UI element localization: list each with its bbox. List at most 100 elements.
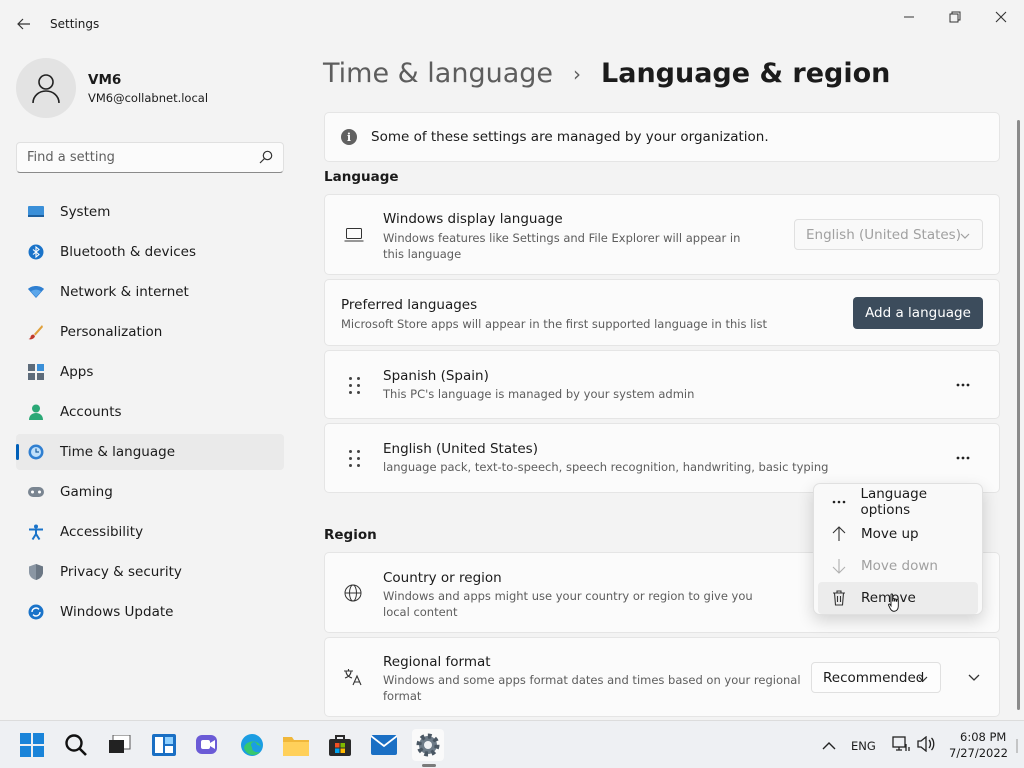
clock-date[interactable]: 7/27/2022 — [949, 746, 1008, 760]
network-status-icon[interactable] — [892, 736, 910, 756]
drag-handle-icon[interactable] — [349, 377, 361, 395]
trash-icon — [828, 590, 850, 606]
update-icon — [28, 604, 44, 620]
gaming-icon — [28, 484, 44, 500]
input-language-indicator[interactable]: ENG — [851, 739, 876, 753]
sidebar-item-label: Network & internet — [60, 284, 189, 300]
page-title: Language & region — [601, 58, 891, 89]
menu-item-language-options[interactable]: Language options — [818, 486, 978, 518]
edge-icon — [241, 734, 263, 756]
folder-icon — [283, 737, 309, 756]
search-input[interactable] — [17, 143, 247, 172]
back-arrow-icon — [17, 18, 30, 30]
sidebar-item-time-language[interactable]: Time & language — [16, 434, 284, 470]
store-button[interactable] — [324, 729, 356, 761]
taskbar: ENG 6:08 PM 7/27/2022 — [0, 720, 1024, 768]
sidebar-item-gaming[interactable]: Gaming — [16, 474, 284, 510]
sidebar-item-apps[interactable]: Apps — [16, 354, 284, 390]
breadcrumb-parent[interactable]: Time & language — [323, 58, 553, 89]
store-icon — [329, 735, 351, 756]
chevron-up-icon[interactable] — [822, 740, 836, 755]
display-language-value: English (United States) — [806, 226, 961, 243]
sidebar-item-label: System — [60, 204, 111, 220]
network-icon — [28, 284, 44, 300]
clock-time[interactable]: 6:08 PM — [960, 730, 1006, 744]
chevron-down-icon — [960, 229, 970, 245]
user-name: VM6 — [88, 72, 122, 88]
start-button[interactable] — [16, 729, 48, 761]
avatar[interactable] — [16, 58, 76, 118]
add-language-button[interactable]: Add a language — [853, 297, 983, 329]
sidebar-item-system[interactable]: System — [16, 194, 284, 230]
sidebar-item-accessibility[interactable]: Accessibility — [16, 514, 284, 550]
search-box[interactable] — [16, 142, 284, 173]
info-icon: i — [341, 129, 357, 145]
sidebar-item-network[interactable]: Network & internet — [16, 274, 284, 310]
content-scrollbar[interactable] — [1017, 120, 1020, 710]
file-explorer-button[interactable] — [280, 729, 312, 761]
sidebar-item-label: Accounts — [60, 404, 122, 420]
country-region-subtitle: Windows and apps might use your country … — [383, 589, 753, 619]
expand-chevron-icon[interactable] — [968, 671, 980, 686]
windows-logo-icon — [20, 733, 44, 757]
volume-icon[interactable] — [917, 735, 935, 756]
language-item-spanish[interactable]: Spanish (Spain) This PC's language is ma… — [324, 350, 1000, 419]
settings-taskbar-button[interactable] — [412, 729, 444, 761]
sidebar-item-privacy[interactable]: Privacy & security — [16, 554, 284, 590]
language-name: English (United States) — [383, 441, 538, 457]
sidebar-item-label: Privacy & security — [60, 564, 182, 580]
menu-item-label: Move down — [861, 558, 938, 574]
menu-item-move-down[interactable]: Move down — [818, 550, 978, 582]
brush-icon — [28, 324, 44, 340]
display-language-dropdown[interactable]: English (United States) — [794, 219, 983, 250]
edge-button[interactable] — [236, 729, 268, 761]
user-icon — [32, 74, 60, 104]
mail-icon — [371, 735, 397, 755]
minimize-icon — [904, 16, 914, 18]
display-language-card: Windows display language Windows feature… — [324, 194, 1000, 275]
taskbar-search-button[interactable] — [60, 729, 92, 761]
widgets-button[interactable] — [148, 729, 180, 761]
preferred-languages-card: Preferred languages Microsoft Store apps… — [324, 279, 1000, 346]
time-language-icon — [28, 444, 44, 460]
widgets-icon — [152, 734, 176, 756]
minimize-button[interactable] — [889, 6, 929, 28]
close-icon — [995, 11, 1007, 23]
laptop-icon — [344, 228, 364, 246]
apps-icon — [28, 364, 44, 380]
drag-handle-icon[interactable] — [349, 450, 361, 468]
task-view-icon — [109, 735, 131, 753]
sidebar-item-accounts[interactable]: Accounts — [16, 394, 284, 430]
regional-format-dropdown[interactable]: Recommended — [811, 662, 941, 693]
menu-item-move-up[interactable]: Move up — [818, 518, 978, 550]
more-options-button[interactable] — [948, 373, 978, 397]
system-icon — [28, 204, 44, 220]
search-icon[interactable] — [259, 150, 273, 168]
back-button[interactable] — [10, 12, 38, 36]
show-desktop-button[interactable] — [1016, 739, 1019, 757]
restore-button[interactable] — [935, 6, 975, 28]
sidebar-item-label: Bluetooth & devices — [60, 244, 197, 260]
more-icon — [956, 456, 970, 460]
title-bar: Settings — [0, 0, 1024, 46]
accounts-icon — [28, 404, 44, 420]
mail-button[interactable] — [368, 729, 400, 761]
sidebar-item-label: Gaming — [60, 484, 113, 500]
breadcrumb: Time & language › Language & region — [323, 58, 890, 89]
more-icon — [956, 383, 970, 387]
sidebar-item-windows-update[interactable]: Windows Update — [16, 594, 284, 630]
preferred-languages-title: Preferred languages — [341, 297, 478, 313]
chevron-down-icon — [918, 672, 928, 688]
regional-format-title: Regional format — [383, 654, 491, 670]
task-view-button[interactable] — [104, 729, 136, 761]
sidebar-item-bluetooth[interactable]: Bluetooth & devices — [16, 234, 284, 270]
bluetooth-icon — [28, 244, 44, 260]
more-options-button[interactable] — [948, 446, 978, 470]
sidebar-nav: System Bluetooth & devices Network & int… — [16, 194, 284, 634]
app-title: Settings — [50, 17, 100, 31]
teams-chat-button[interactable] — [192, 729, 224, 761]
regional-format-subtitle: Windows and some apps format dates and t… — [383, 673, 801, 703]
close-button[interactable] — [981, 6, 1021, 28]
sidebar-item-personalization[interactable]: Personalization — [16, 314, 284, 350]
display-language-title: Windows display language — [383, 211, 563, 227]
